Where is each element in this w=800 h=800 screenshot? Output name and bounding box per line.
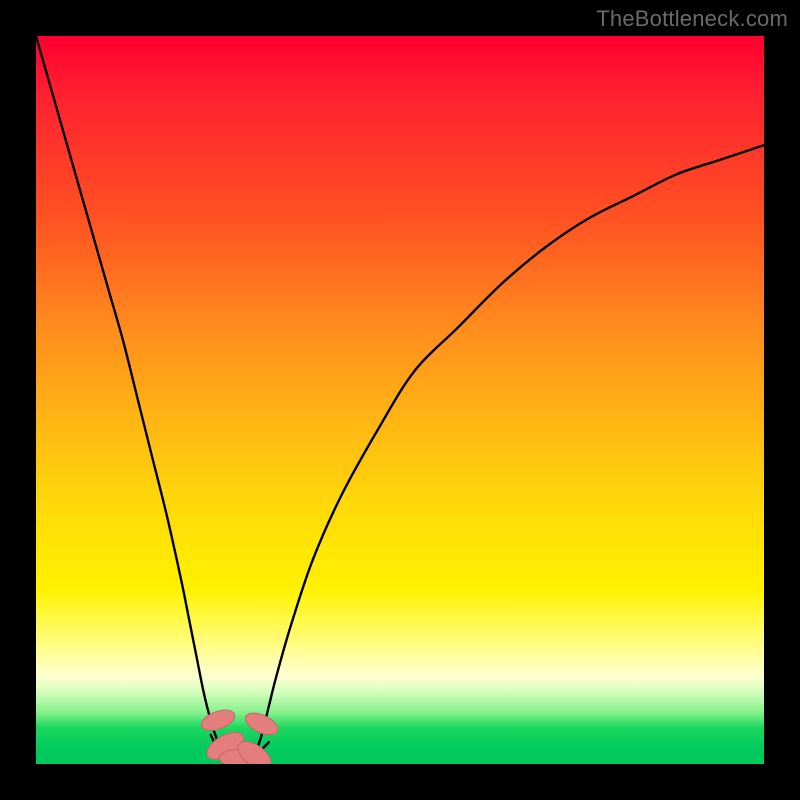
- chart-canvas: TheBottleneck.com: [0, 0, 800, 800]
- chart-plot-area: [36, 36, 764, 764]
- watermark-text: TheBottleneck.com: [596, 6, 788, 32]
